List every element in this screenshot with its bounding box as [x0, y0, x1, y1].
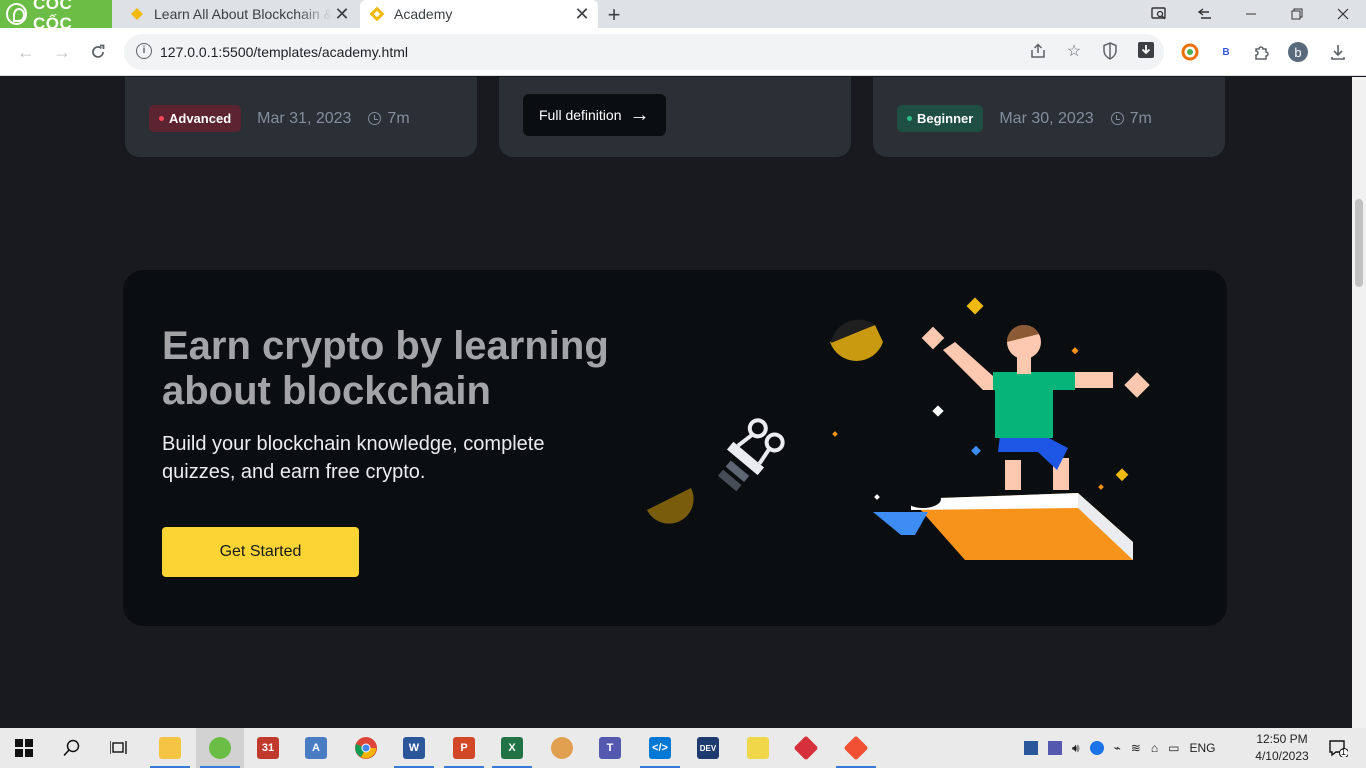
download-page-icon[interactable] [1136, 42, 1156, 62]
notepad-app-icon[interactable]: A [292, 728, 340, 768]
page-scrollbar[interactable] [1352, 77, 1366, 728]
b-extension-icon[interactable]: B [1214, 40, 1238, 64]
sourcetree-icon[interactable] [832, 728, 880, 768]
academy-page: Advanced Mar 31, 2023 7m Full definition… [0, 77, 1352, 728]
close-tab-icon[interactable]: ✕ [332, 4, 352, 25]
devc-icon[interactable]: DEV [684, 728, 732, 768]
profile-avatar: b [1288, 42, 1308, 62]
chrome-icon[interactable] [342, 728, 390, 768]
battery-icon[interactable]: ▭ [1168, 741, 1179, 755]
bookmark-star-icon[interactable]: ☆ [1064, 42, 1084, 62]
url-text[interactable]: 127.0.0.1:5500/templates/academy.html [160, 44, 408, 60]
banner-title: Earn crypto by learning about blockchain [162, 324, 609, 413]
tab-title: Learn All About Blockchain & Crypto [154, 6, 332, 22]
full-definition-button[interactable]: Full definition → [523, 94, 666, 136]
article-card[interactable]: Advanced Mar 31, 2023 7m [125, 77, 477, 157]
sharex-icon[interactable] [734, 728, 782, 768]
get-started-button[interactable]: Get Started [162, 527, 359, 577]
read-time: 7m [387, 109, 410, 127]
search-icon[interactable] [48, 728, 96, 768]
learning-illustration [647, 297, 1150, 560]
person-figure [943, 325, 1113, 490]
shield-icon[interactable] [1100, 42, 1120, 62]
binder-clip-shape [717, 418, 785, 492]
word-icon[interactable]: W [390, 728, 438, 768]
git-app-icon[interactable] [782, 728, 830, 768]
earn-crypto-banner: Earn crypto by learning about blockchain… [123, 270, 1227, 626]
powerpoint-icon[interactable]: P [440, 728, 488, 768]
excel-icon[interactable]: X [488, 728, 536, 768]
zoom-tray-icon[interactable] [1089, 741, 1104, 755]
browser-toolbar: ← → i 127.0.0.1:5500/templates/academy.h… [0, 28, 1366, 76]
binance-favicon-icon [131, 8, 143, 20]
taskbar-clock[interactable]: 12:50 PM 4/10/2023 [1244, 731, 1320, 765]
tab-academy[interactable]: Academy ✕ [360, 0, 598, 28]
restore-icon[interactable] [1274, 0, 1320, 28]
profile-button[interactable]: b [1286, 40, 1310, 64]
paint-icon[interactable] [538, 728, 586, 768]
system-tray: 🔊︎ ⌁ ≋ ⌂ ▭ ENG [1024, 728, 1215, 768]
vscode-icon[interactable]: </> [636, 728, 684, 768]
arrow-right-icon: → [629, 103, 650, 126]
calendar-app-icon[interactable]: 31 [244, 728, 292, 768]
windows-taskbar: 31 A W P X T </> DEV 🔊︎ ⌁ ≋ ⌂ ▭ ENG 12:5… [0, 728, 1366, 768]
file-explorer-icon[interactable] [146, 728, 194, 768]
volume-icon[interactable]: 🔊︎ [1072, 741, 1080, 756]
windows-logo-icon [15, 739, 33, 757]
glossary-card[interactable]: Full definition → [499, 77, 851, 157]
coin-shape-small [647, 488, 694, 524]
reload-button[interactable] [86, 40, 110, 64]
tab-learn-blockchain[interactable]: Learn All About Blockchain & Crypto ✕ [120, 0, 358, 28]
language-indicator[interactable]: ENG [1189, 741, 1215, 755]
advanced-dot-icon [159, 116, 164, 121]
microphone-icon[interactable]: ⌁ [1114, 741, 1121, 755]
banner-subtitle: Build your blockchain knowledge, complet… [162, 433, 545, 483]
back-button[interactable]: ← [14, 40, 38, 64]
article-card[interactable]: Beginner Mar 30, 2023 7m [873, 77, 1225, 157]
difficulty-badge: Beginner [897, 105, 984, 132]
task-view-icon[interactable] [96, 728, 144, 768]
tab-title: Academy [394, 6, 453, 22]
teams-tray-icon[interactable] [1048, 741, 1062, 755]
extensions-puzzle-icon[interactable] [1250, 40, 1274, 64]
browser-tab-strip: CỐC CỐC Learn All About Blockchain & Cry… [0, 0, 1366, 33]
wifi-icon[interactable]: ≋ [1131, 741, 1141, 755]
badge-label: Beginner [917, 111, 974, 126]
scrollbar-thumb[interactable] [1355, 199, 1363, 287]
badge-label: Advanced [169, 111, 232, 126]
binance-favicon-icon [369, 6, 385, 22]
coccoc-taskbar-icon[interactable] [196, 728, 244, 768]
read-time: 7m [1129, 109, 1152, 127]
share-icon[interactable] [1028, 42, 1048, 62]
clock-time: 12:50 PM [1256, 732, 1308, 746]
back-history-icon[interactable] [1182, 0, 1228, 28]
teams-icon[interactable]: T [586, 728, 634, 768]
search-tabs-icon[interactable] [1136, 0, 1182, 28]
article-date: Mar 31, 2023 [257, 109, 352, 127]
difficulty-badge: Advanced [149, 105, 242, 132]
new-tab-button[interactable]: + [604, 2, 624, 28]
beginner-dot-icon [907, 116, 912, 121]
coccoc-extension-icon[interactable] [1178, 40, 1202, 64]
close-window-icon[interactable] [1320, 0, 1366, 28]
notification-center-icon[interactable]: 1 [1318, 728, 1358, 768]
forward-button[interactable]: → [50, 40, 74, 64]
clock-icon [368, 112, 382, 125]
network-icon[interactable]: ⌂ [1151, 741, 1158, 755]
tray-app-icon[interactable] [1024, 741, 1038, 755]
clock-date: 4/10/2023 [1255, 749, 1309, 763]
site-info-icon[interactable]: i [136, 43, 152, 59]
notification-count: 1 [1341, 747, 1347, 757]
clock-icon [1110, 112, 1124, 125]
minimize-icon[interactable] [1228, 0, 1274, 28]
start-button[interactable] [0, 728, 48, 768]
close-tab-icon[interactable]: ✕ [572, 4, 592, 25]
article-date: Mar 30, 2023 [999, 109, 1094, 127]
coccoc-menu-button[interactable]: CỐC CỐC [0, 0, 112, 33]
coccoc-logo-icon [6, 3, 27, 25]
full-definition-label: Full definition [539, 107, 622, 123]
address-bar[interactable]: i 127.0.0.1:5500/templates/academy.html … [124, 34, 1164, 70]
downloads-icon[interactable] [1326, 40, 1350, 64]
